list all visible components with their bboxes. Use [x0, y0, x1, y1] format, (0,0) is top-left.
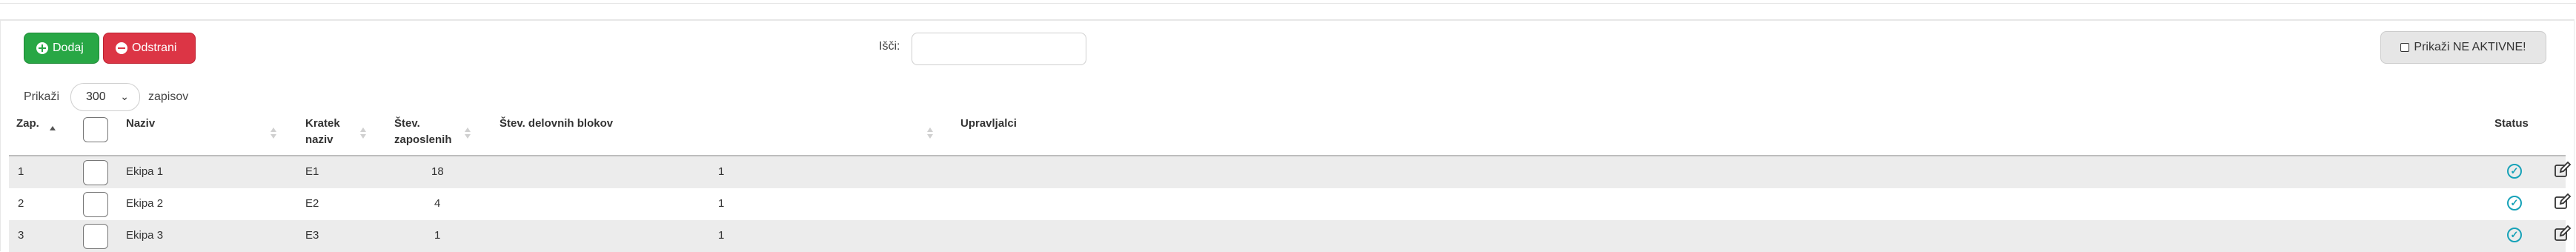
sort-icon: [464, 127, 471, 139]
page-length-suffix: zapisov: [148, 90, 189, 103]
header-kratek-line1: Kratek: [305, 117, 340, 130]
row-checkbox[interactable]: [83, 224, 108, 249]
edit-icon[interactable]: [2554, 225, 2572, 242]
header-zaposlenih-line2: zaposlenih: [394, 133, 452, 146]
cell-zaposlenih: 1: [434, 229, 441, 242]
check-circle-icon[interactable]: ✓: [2507, 164, 2522, 179]
header-naziv-label: Naziv: [126, 117, 156, 130]
sort-icon: [926, 127, 934, 139]
cell-naziv: Ekipa 1: [126, 165, 164, 178]
header-zaposlenih[interactable]: Štev. zaposlenih: [394, 116, 452, 148]
show-inactive-label: Prikaži NE AKTIVNE!: [2414, 41, 2526, 53]
header-delovnih-blokov[interactable]: Štev. delovnih blokov: [499, 116, 613, 132]
header-naziv[interactable]: Naziv: [126, 116, 155, 132]
cell-zaposlenih: 18: [431, 165, 444, 178]
row-checkbox[interactable]: [83, 192, 108, 217]
header-zap-label: Zap.: [16, 117, 39, 130]
cell-kratek: E2: [305, 197, 319, 210]
cell-blokov: 1: [718, 229, 725, 242]
sort-icon: [270, 127, 277, 139]
header-status-label: Status: [2494, 117, 2529, 130]
top-divider: [0, 3, 2576, 4]
plus-circle-icon: [36, 42, 48, 54]
select-all-checkbox[interactable]: [83, 117, 108, 142]
cell-zap: 1: [18, 165, 24, 178]
cell-naziv: Ekipa 2: [126, 197, 164, 210]
cell-kratek: E1: [305, 165, 319, 178]
minus-circle-icon: [116, 42, 127, 54]
cell-naziv: Ekipa 3: [126, 229, 164, 242]
remove-button-label: Odstrani: [132, 42, 177, 54]
header-zap[interactable]: Zap.: [16, 116, 39, 132]
search-input[interactable]: [912, 33, 1086, 65]
page-length-prefix: Prikaži: [24, 90, 60, 103]
table-row[interactable]: 2 Ekipa 2 E2 4 1 ✓: [9, 188, 2572, 220]
edit-icon[interactable]: [2554, 161, 2572, 179]
page-length-value: 300: [86, 90, 106, 103]
header-zaposlenih-line1: Štev.: [394, 117, 420, 130]
add-button-label: Dodaj: [53, 42, 84, 54]
cell-blokov: 1: [718, 197, 725, 210]
search-label: Išči:: [879, 40, 900, 53]
row-checkbox[interactable]: [83, 160, 108, 185]
edit-icon[interactable]: [2554, 193, 2572, 210]
cell-zap: 2: [18, 197, 24, 210]
header-status: Status: [2494, 116, 2529, 132]
remove-button[interactable]: Odstrani: [103, 33, 196, 64]
sort-icon: [49, 126, 56, 138]
header-upravljalci: Upravljalci: [960, 116, 1017, 132]
cell-zaposlenih: 4: [434, 197, 441, 210]
header-kratek-naziv[interactable]: Kratek naziv: [305, 116, 340, 148]
page-length-select[interactable]: 300 ⌄: [70, 83, 140, 111]
header-upravljalci-label: Upravljalci: [960, 117, 1017, 130]
add-button[interactable]: Dodaj: [24, 33, 99, 64]
header-delovnih-blokov-label: Štev. delovnih blokov: [499, 117, 614, 130]
chevron-down-icon: ⌄: [120, 90, 129, 102]
cell-kratek: E3: [305, 229, 319, 242]
table-row[interactable]: 3 Ekipa 3 E3 1 1 ✓: [9, 220, 2572, 252]
header-kratek-line2: naziv: [305, 133, 333, 146]
cell-blokov: 1: [718, 165, 725, 178]
check-circle-icon[interactable]: ✓: [2507, 196, 2522, 210]
check-circle-icon[interactable]: ✓: [2507, 228, 2522, 242]
sort-icon: [359, 127, 367, 139]
checkbox-icon: [2400, 43, 2410, 52]
cell-zap: 3: [18, 229, 24, 242]
show-inactive-button[interactable]: Prikaži NE AKTIVNE!: [2380, 31, 2546, 64]
table-row[interactable]: 1 Ekipa 1 E1 18 1 ✓: [9, 156, 2572, 188]
